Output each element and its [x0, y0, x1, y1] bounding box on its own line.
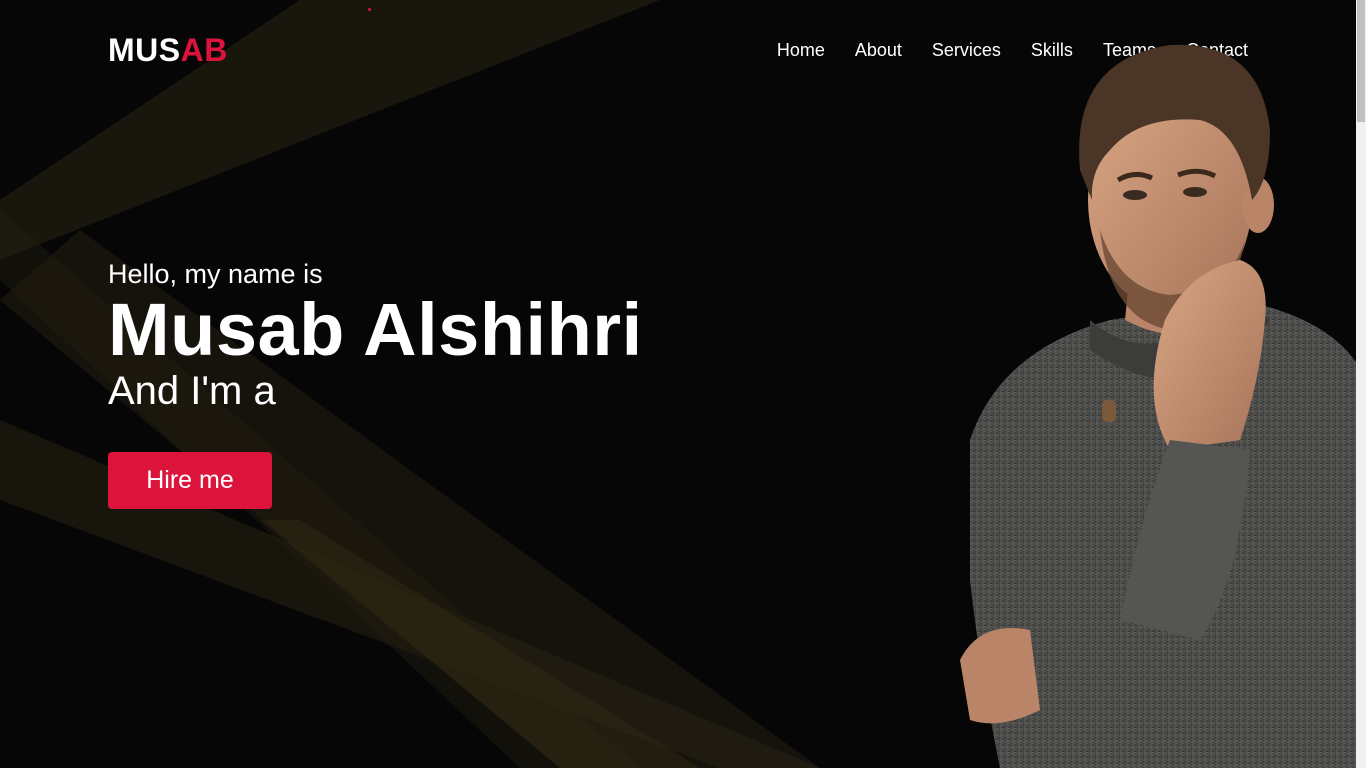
site-logo[interactable]: MUSAB [108, 31, 228, 69]
portrait-image [960, 44, 1366, 768]
scrollbar-thumb[interactable] [1357, 0, 1365, 122]
hire-me-button[interactable]: Hire me [108, 452, 272, 509]
logo-text-red: AB [180, 32, 228, 68]
hero-greeting: Hello, my name is [108, 259, 323, 289]
logo-text-white: MUS [108, 32, 181, 68]
page: MUSAB Home About Services Skills Teams C… [0, 0, 1366, 768]
scrollbar[interactable] [1356, 0, 1366, 768]
hero-text: Hello, my name is Musab Alshihri And I'm… [108, 256, 643, 416]
hero-name: Musab Alshihri [108, 288, 643, 371]
nav-about[interactable]: About [855, 38, 902, 62]
nav-home[interactable]: Home [777, 38, 825, 62]
decorative-dot [368, 8, 371, 11]
hero-role: And I'm a [108, 369, 276, 413]
